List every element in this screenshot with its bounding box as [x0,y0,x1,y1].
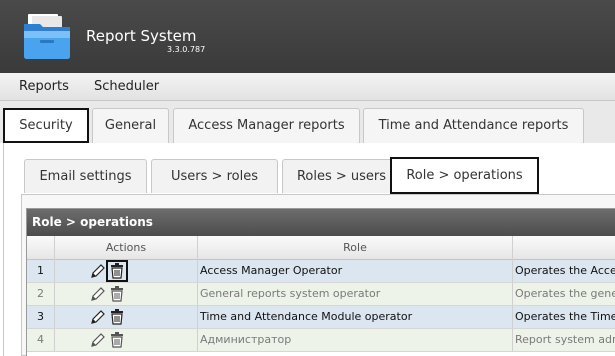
row-number: 2 [27,283,55,305]
role-operations-grid: Role > operations Actions Role 1 Access [26,208,615,356]
subtab-role-operations[interactable]: Role > operations [390,157,539,194]
subtab-roles-users[interactable]: Roles > users [282,159,401,193]
trash-icon[interactable] [108,308,126,326]
app-header: Report System 3.3.0.787 [0,0,615,73]
security-pane: Email settings Users > roles Roles > use… [3,143,615,356]
row-description: Operates the general r [515,287,615,300]
row-description: Operates the Time and [515,310,615,323]
table-row[interactable]: 4 Администратор Report system adminis [27,329,615,352]
header-description[interactable] [513,236,615,260]
trash-icon[interactable] [108,285,126,303]
row-actions [55,283,198,305]
row-number: 1 [27,260,55,282]
app-version: 3.3.0.787 [167,45,206,54]
trash-icon[interactable] [106,260,128,282]
menu-scheduler[interactable]: Scheduler [94,79,159,94]
row-description: Report system adminis [515,333,615,346]
tab-general[interactable]: General [92,108,169,143]
pencil-icon[interactable] [89,285,107,303]
table-row[interactable]: 2 General reports system operator Operat… [27,283,615,306]
row-role: General reports system operator [198,283,513,305]
grid-title: Role > operations [27,209,615,236]
pencil-icon[interactable] [89,308,107,326]
folder-logo-icon [22,12,72,62]
trash-icon[interactable] [108,331,126,349]
role-operations-panel: Role > operations Actions Role 1 Access [21,194,615,356]
security-subtab-strip: Email settings Users > roles Roles > use… [16,157,615,194]
grid-header: Actions Role [27,236,615,260]
row-number: 3 [27,306,55,328]
subtab-email-settings[interactable]: Email settings [24,159,147,193]
pencil-icon[interactable] [89,331,107,349]
tab-security[interactable]: Security [3,108,89,143]
row-description: Operates the Access M [515,264,615,277]
menu-reports[interactable]: Reports [19,79,69,94]
header-number [27,236,55,260]
menu-bar: Reports Scheduler [0,73,615,101]
row-role: Time and Attendance Module operator [198,306,513,328]
tab-time-attendance-reports[interactable]: Time and Attendance reports [363,108,584,143]
row-number: 4 [27,329,55,351]
app-title: Report System [86,27,197,45]
tab-access-manager-reports[interactable]: Access Manager reports [173,108,360,143]
pencil-icon[interactable] [89,262,107,280]
row-role: Access Manager Operator [198,260,513,282]
row-actions [55,260,198,282]
header-actions[interactable]: Actions [55,236,198,260]
table-row[interactable]: 1 Access Manager Operator Operates the A… [27,260,615,283]
row-actions [55,329,198,351]
main-tab-strip: Security General Access Manager reports … [0,101,615,143]
header-role[interactable]: Role [198,236,513,260]
subtab-users-roles[interactable]: Users > roles [151,159,278,193]
row-role: Администратор [198,329,513,351]
table-row[interactable]: 3 Time and Attendance Module operator Op… [27,306,615,329]
row-actions [55,306,198,328]
